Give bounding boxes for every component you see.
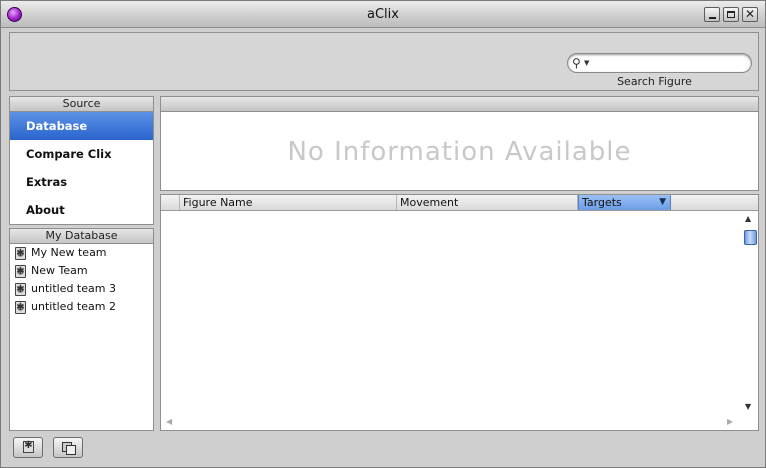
gear-icon — [15, 245, 26, 263]
source-item-extras[interactable]: Extras — [10, 168, 153, 196]
list-item[interactable]: My New team — [10, 244, 153, 263]
close-button[interactable]: ✕ — [742, 7, 758, 22]
list-item[interactable]: untitled team 2 — [10, 298, 153, 317]
source-panel: Source Database Compare Clix Extras Abou… — [9, 96, 154, 225]
source-item-database[interactable]: Database — [10, 112, 153, 140]
search-input[interactable] — [594, 55, 744, 71]
minimize-icon — [709, 17, 716, 19]
close-icon: ✕ — [744, 7, 756, 21]
list-item[interactable]: New Team — [10, 262, 153, 281]
column-header-targets[interactable]: Targets ▼ — [578, 195, 671, 210]
my-database-panel: My Database My New team New Team untitle… — [9, 228, 154, 431]
maximize-icon — [727, 11, 735, 18]
team-label: My New team — [31, 246, 107, 259]
scroll-left-icon[interactable]: ◀ — [166, 417, 172, 426]
search-label: Search Figure — [617, 75, 692, 88]
source-item-compare-clix[interactable]: Compare Clix — [10, 140, 153, 168]
maximize-button[interactable] — [723, 7, 739, 22]
minimize-button[interactable] — [704, 7, 720, 22]
gear-icon — [15, 263, 26, 281]
team-label: untitled team 2 — [31, 300, 116, 313]
info-header — [161, 97, 758, 112]
horizontal-scrollbar[interactable]: ◀ ▶ — [161, 415, 742, 430]
sort-descending-icon: ▼ — [659, 197, 666, 207]
duplicate-icon-front — [66, 445, 76, 455]
scroll-down-icon[interactable]: ▼ — [745, 402, 751, 411]
search-field[interactable]: ⚲ ▼ — [567, 53, 752, 73]
gear-icon — [15, 281, 26, 299]
title-bar[interactable]: aClix ✕ — [1, 1, 765, 28]
chevron-down-icon[interactable]: ▼ — [584, 59, 589, 67]
team-label: New Team — [31, 264, 88, 277]
source-header: Source — [10, 97, 153, 112]
gear-icon — [15, 299, 26, 317]
toolbar: ⚲ ▼ Search Figure — [9, 32, 759, 91]
figures-table: Figure Name Movement Targets ▼ ▲ ▼ ◀ ▶ — [160, 194, 759, 431]
duplicate-button[interactable] — [53, 437, 83, 458]
source-item-about[interactable]: About — [10, 196, 153, 224]
scroll-thumb[interactable] — [744, 230, 757, 245]
scroll-right-icon[interactable]: ▶ — [727, 417, 733, 426]
column-header-figure-name[interactable]: Figure Name — [180, 195, 397, 210]
no-info-message: No Information Available — [287, 137, 632, 167]
list-item[interactable]: untitled team 3 — [10, 280, 153, 299]
team-label: untitled team 3 — [31, 282, 116, 295]
vertical-scrollbar[interactable]: ▲ ▼ — [742, 212, 758, 414]
window-title: aClix — [367, 7, 399, 22]
info-panel: No Information Available — [160, 96, 759, 191]
column-header-blank[interactable] — [161, 195, 180, 210]
gear-icon — [23, 440, 34, 453]
my-database-header: My Database — [10, 229, 153, 244]
app-window: aClix ✕ ⚲ ▼ Search Figure Source Databas… — [0, 0, 766, 468]
column-header-targets-label: Targets — [582, 196, 622, 209]
scroll-up-icon[interactable]: ▲ — [745, 214, 751, 223]
column-header-movement[interactable]: Movement — [397, 195, 578, 210]
team-settings-button[interactable] — [13, 437, 43, 458]
table-header: Figure Name Movement Targets ▼ — [161, 195, 758, 211]
magnifier-icon[interactable]: ⚲ — [572, 56, 581, 70]
